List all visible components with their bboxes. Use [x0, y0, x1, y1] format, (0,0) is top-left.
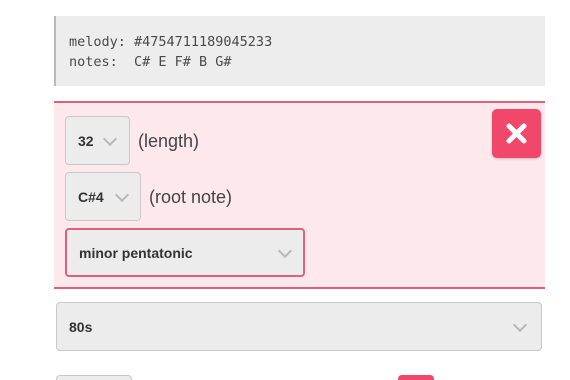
style-select[interactable]: 80s	[56, 302, 542, 351]
length-select-value: 32	[78, 132, 94, 149]
notes-line: notes: C# E F# B G#	[69, 54, 232, 70]
scale-select[interactable]: minor pentatonic	[65, 228, 305, 277]
length-label: (length)	[138, 131, 200, 151]
root-note-select-value: C#4	[78, 188, 104, 205]
scale-select-value: minor pentatonic	[79, 244, 193, 261]
style-select-value: 80s	[69, 318, 93, 335]
chevron-down-icon	[512, 317, 528, 333]
root-note-label: (root note)	[149, 187, 233, 207]
melody-id-line: melody: #4754711189045233	[69, 34, 273, 50]
page: melody: #4754711189045233 notes: C# E F# …	[0, 0, 570, 380]
root-note-select[interactable]: C#4	[65, 172, 141, 221]
next-select-edge[interactable]	[56, 375, 132, 380]
remove-melody-button[interactable]	[492, 109, 541, 158]
chevron-down-icon	[114, 187, 130, 203]
length-select[interactable]: 32	[65, 116, 130, 165]
chevron-down-icon	[102, 131, 118, 147]
melody-code-block: melody: #4754711189045233 notes: C# E F# …	[54, 16, 545, 86]
melody-settings-panel: 32 (length) C#4 (root note) minor pentat…	[54, 101, 545, 289]
close-icon	[506, 123, 527, 144]
next-action-button-edge[interactable]	[398, 375, 434, 380]
chevron-down-icon	[277, 243, 293, 259]
